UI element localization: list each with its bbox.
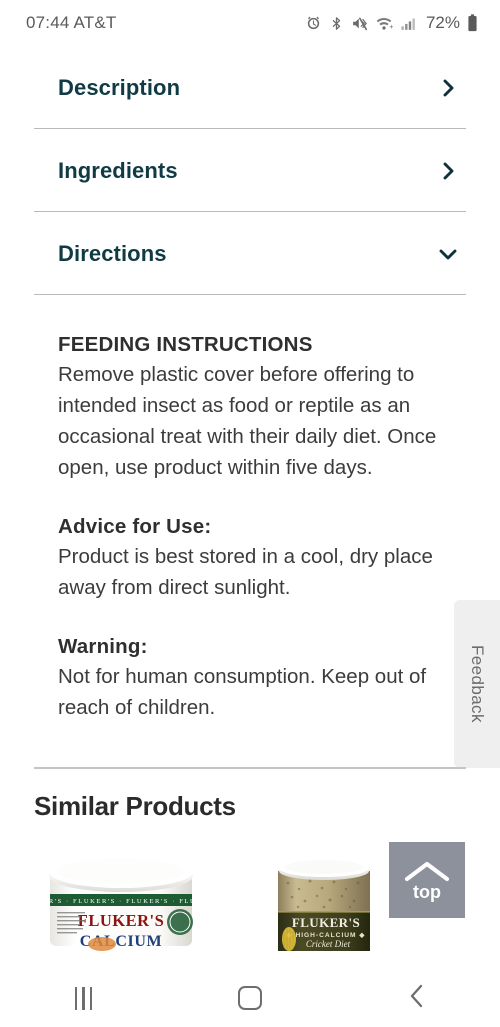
mute-vibrate-icon bbox=[351, 15, 368, 32]
advice-for-use-block: Advice for Use: Product is best stored i… bbox=[58, 513, 456, 603]
feeding-instructions-block: FEEDING INSTRUCTIONS Remove plastic cove… bbox=[58, 331, 456, 483]
warning-heading: Warning: bbox=[58, 635, 148, 659]
feeding-instructions-heading: FEEDING INSTRUCTIONS bbox=[58, 333, 313, 356]
warning-block: Warning: Not for human consumption. Keep… bbox=[58, 633, 456, 723]
chevron-right-icon[interactable] bbox=[436, 159, 460, 183]
recents-icon bbox=[74, 986, 93, 1010]
back-to-top-label: top bbox=[413, 881, 441, 902]
nav-back-button[interactable] bbox=[333, 969, 500, 1027]
cellular-signal-icon bbox=[400, 15, 417, 32]
svg-text:◆ HIGH-CALCIUM ◆: ◆ HIGH-CALCIUM ◆ bbox=[286, 932, 366, 939]
svg-text:Cricket Diet: Cricket Diet bbox=[306, 939, 351, 949]
bluetooth-icon bbox=[329, 15, 344, 32]
nav-home-button[interactable] bbox=[167, 969, 334, 1027]
accordion-label-directions: Directions bbox=[58, 240, 167, 266]
accordion-section-ingredients[interactable]: Ingredients bbox=[0, 129, 500, 212]
similar-products-divider bbox=[34, 767, 466, 769]
status-time-carrier: 07:44 AT&T bbox=[26, 13, 117, 32]
directions-content-panel: FEEDING INSTRUCTIONS Remove plastic cove… bbox=[0, 295, 500, 753]
accordion-label-ingredients: Ingredients bbox=[58, 157, 178, 183]
android-navigation-bar bbox=[0, 969, 500, 1027]
product-card-calcium[interactable]: FLUKER'S · FLUKER'S · FLUKER'S · FLUKER'… bbox=[34, 850, 220, 954]
svg-text:+: + bbox=[389, 23, 393, 31]
feedback-tab[interactable]: Feedback bbox=[454, 600, 500, 768]
advice-for-use-heading: Advice for Use: bbox=[58, 515, 212, 539]
product-card-cricket-diet[interactable]: FLUKER'S ◆ HIGH-CALCIUM ◆ Cricket Diet bbox=[272, 855, 376, 954]
alarm-icon bbox=[305, 15, 322, 32]
product-image-calcium: FLUKER'S · FLUKER'S · FLUKER'S · FLUKER'… bbox=[34, 855, 220, 951]
accordion-section-directions[interactable]: Directions bbox=[0, 212, 500, 295]
accordion-label-description: Description bbox=[58, 74, 181, 100]
chevron-right-icon[interactable] bbox=[436, 76, 460, 100]
nav-recents-button[interactable] bbox=[0, 969, 167, 1027]
advice-for-use-text: Product is best stored in a cool, dry pl… bbox=[58, 544, 433, 600]
feeding-instructions-text: Remove plastic cover before offering to … bbox=[58, 362, 437, 480]
battery-percent-label: 72% bbox=[425, 13, 460, 32]
accordion-section-description[interactable]: Description bbox=[0, 46, 500, 129]
home-square-icon bbox=[238, 986, 262, 1010]
warning-text: Not for human consumption. Keep out of r… bbox=[58, 664, 427, 720]
similar-products-heading: Similar Products bbox=[34, 790, 236, 821]
product-image-cricket-diet: FLUKER'S ◆ HIGH-CALCIUM ◆ Cricket Diet bbox=[278, 858, 370, 951]
chevron-down-icon[interactable] bbox=[436, 242, 460, 266]
svg-text:FLUKER'S: FLUKER'S bbox=[78, 911, 165, 930]
status-bar: 07:44 AT&T 72% bbox=[0, 0, 500, 46]
status-icon-group: + 72% bbox=[305, 13, 478, 33]
chevron-left-icon bbox=[407, 983, 427, 1014]
battery-icon bbox=[467, 14, 478, 32]
svg-text:FLUKER'S: FLUKER'S bbox=[292, 915, 360, 930]
feedback-tab-label: Feedback bbox=[468, 645, 487, 723]
wifi-icon: + bbox=[375, 15, 393, 32]
svg-text:FLUKER'S · FLUKER'S · FLUKER'S: FLUKER'S · FLUKER'S · FLUKER'S · FLUKER'… bbox=[40, 898, 202, 905]
chevron-up-icon bbox=[404, 860, 450, 882]
back-to-top-button[interactable]: top bbox=[389, 842, 465, 918]
product-info-accordion: Description Ingredients Directions bbox=[0, 46, 500, 295]
